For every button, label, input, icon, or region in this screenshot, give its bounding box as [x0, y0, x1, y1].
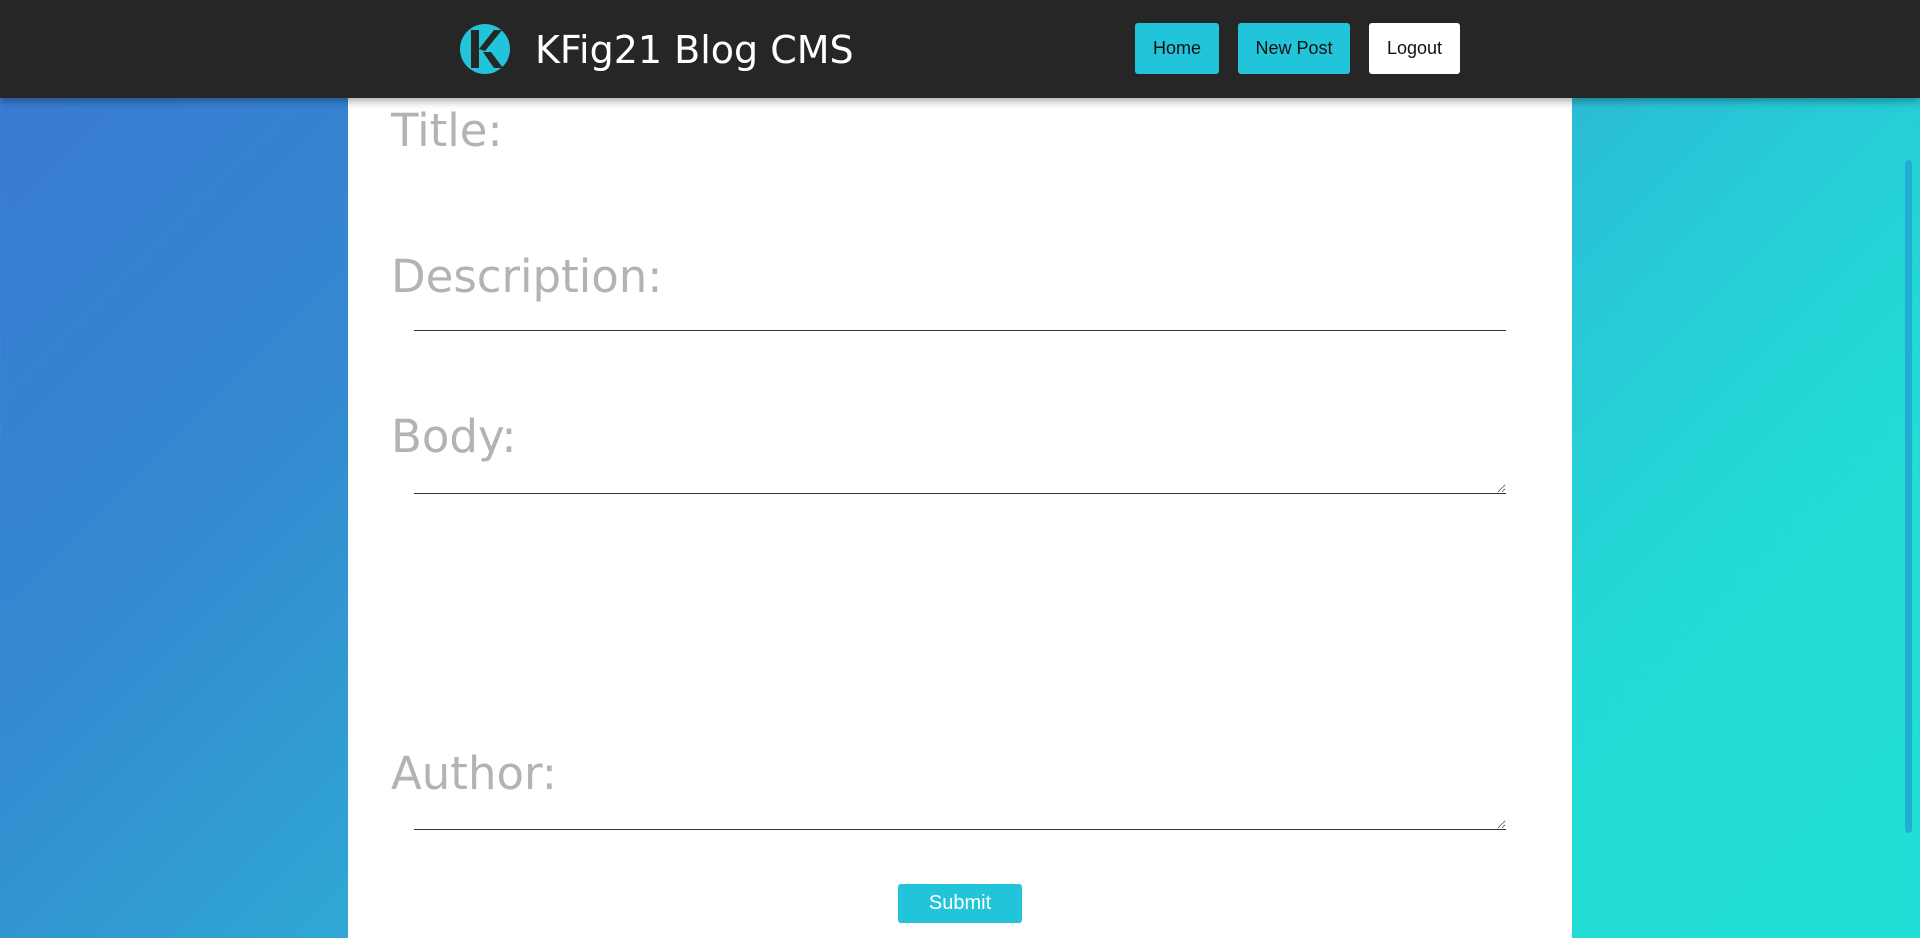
body-label: Body: [391, 410, 517, 463]
title-label: Title: [391, 104, 503, 157]
home-button[interactable]: Home [1135, 23, 1219, 74]
kfig21-logo-icon[interactable] [458, 22, 512, 76]
page-scrollbar[interactable] [1905, 160, 1912, 833]
body-textarea[interactable] [414, 566, 1506, 830]
new-post-button[interactable]: New Post [1238, 23, 1350, 74]
top-navbar: KFig21 Blog CMS Home New Post Logout [0, 0, 1920, 98]
author-label: Author: [391, 747, 557, 800]
brand-title[interactable]: KFig21 Blog CMS [535, 24, 854, 76]
new-post-form: Title: Description: Body: Author: Submit [348, 98, 1572, 938]
logout-button[interactable]: Logout [1369, 23, 1460, 74]
description-textarea[interactable] [414, 398, 1506, 494]
submit-button[interactable]: Submit [898, 884, 1022, 923]
description-label: Description: [391, 250, 663, 303]
